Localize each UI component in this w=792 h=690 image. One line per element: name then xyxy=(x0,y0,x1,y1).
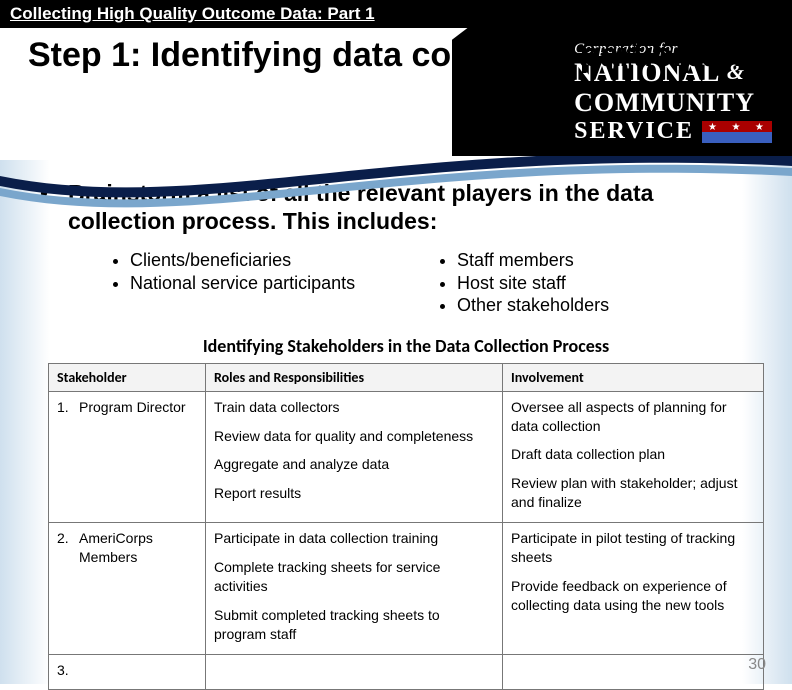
col-header-stakeholder: Stakeholder xyxy=(49,363,206,391)
cell-involvement: Oversee all aspects of planning for data… xyxy=(503,391,764,522)
logo-community: COMMUNITY xyxy=(574,88,772,118)
left-column: Clients/beneficiaries National service p… xyxy=(100,249,427,317)
table-row: 1.Program Director Train data collectors… xyxy=(49,391,764,522)
page-number: 30 xyxy=(748,656,766,674)
cell-stakeholder: 2.AmeriCorps Members xyxy=(49,523,206,654)
header-area: Step 1: Identifying data collection part… xyxy=(0,31,792,201)
col-header-involvement: Involvement xyxy=(503,363,764,391)
table-title: Identifying Stakeholders in the Data Col… xyxy=(48,335,764,357)
page-title: Step 1: Identifying data collection part… xyxy=(28,37,772,74)
cell-roles: Participate in data collection training … xyxy=(206,523,503,654)
logo-flag-stars-icon xyxy=(702,121,772,143)
cell-roles: Train data collectors Review data for qu… xyxy=(206,391,503,522)
cell-involvement xyxy=(503,654,764,690)
list-item: Clients/beneficiaries xyxy=(130,249,427,272)
logo-service: SERVICE xyxy=(574,118,694,145)
right-column: Staff members Host site staff Other stak… xyxy=(427,249,754,317)
list-item: Staff members xyxy=(457,249,754,272)
table-area: Identifying Stakeholders in the Data Col… xyxy=(48,335,764,690)
table-row: 3. xyxy=(49,654,764,690)
col-header-roles: Roles and Responsibilities xyxy=(206,363,503,391)
cell-stakeholder: 1.Program Director xyxy=(49,391,206,522)
list-item: National service participants xyxy=(130,272,427,295)
list-item: Other stakeholders xyxy=(457,294,754,317)
cell-involvement: Participate in pilot testing of tracking… xyxy=(503,523,764,654)
table-header-row: Stakeholder Roles and Responsibilities I… xyxy=(49,363,764,391)
bullet-columns: Clients/beneficiaries National service p… xyxy=(100,249,754,317)
table-row: 2.AmeriCorps Members Participate in data… xyxy=(49,523,764,654)
stakeholder-table: Stakeholder Roles and Responsibilities I… xyxy=(48,363,764,690)
cell-stakeholder: 3. xyxy=(49,654,206,690)
list-item: Host site staff xyxy=(457,272,754,295)
content-area: •Brainstorm a list of all the relevant p… xyxy=(0,180,792,690)
cell-roles xyxy=(206,654,503,690)
